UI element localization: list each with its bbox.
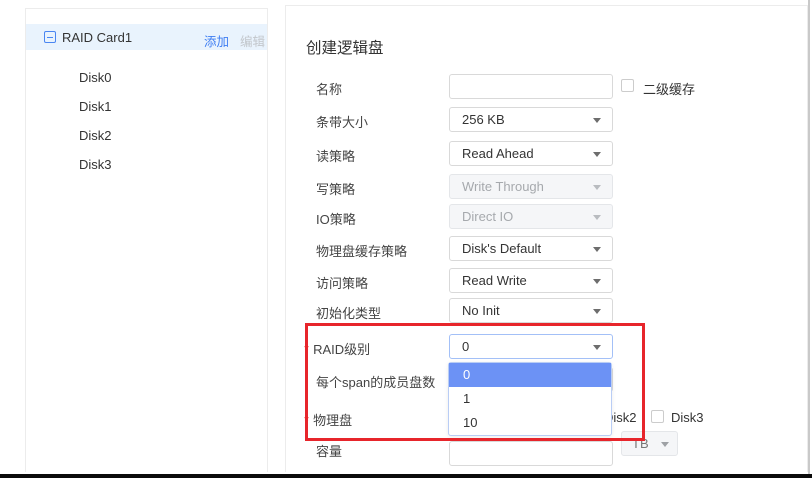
raid-level-row: *RAID级别 0 xyxy=(286,334,807,359)
raid-card-label: RAID Card1 xyxy=(62,30,132,45)
write-policy-row: 写策略 Write Through xyxy=(286,174,807,199)
chevron-down-icon xyxy=(661,442,669,447)
name-label: 名称 xyxy=(316,79,342,98)
span-members-label: 每个span的成员盘数 xyxy=(316,372,435,391)
chevron-down-icon xyxy=(593,185,601,190)
chevron-down-icon xyxy=(593,309,601,314)
sidebar-item-disk1[interactable]: Disk1 xyxy=(26,92,267,121)
raid-level-option-1[interactable]: 1 xyxy=(449,387,611,411)
secondary-cache-checkbox[interactable] xyxy=(621,79,634,92)
disk-list: Disk0 Disk1 Disk2 Disk3 xyxy=(26,63,267,179)
disk-cache-policy-label: 物理盘缓存策略 xyxy=(316,241,407,260)
raid-level-dropdown: 0 1 10 xyxy=(448,362,612,436)
access-policy-row: 访问策略 Read Write xyxy=(286,268,807,293)
sidebar-item-disk0[interactable]: Disk0 xyxy=(26,63,267,92)
io-policy-row: IO策略 Direct IO xyxy=(286,204,807,229)
disk-cache-policy-select[interactable]: Disk's Default xyxy=(449,236,613,261)
read-policy-select[interactable]: Read Ahead xyxy=(449,141,613,166)
secondary-cache-group: 二级缓存 xyxy=(621,79,634,97)
raid-tree-sidebar: RAID Card1 添加 编辑 Disk0 Disk1 Disk2 Disk3 xyxy=(25,8,268,472)
read-policy-row: 读策略 Read Ahead xyxy=(286,141,807,166)
edit-link[interactable]: 编辑 xyxy=(240,31,265,50)
collapse-minus-icon[interactable] xyxy=(44,31,56,43)
required-marker: * xyxy=(304,342,309,357)
write-policy-label: 写策略 xyxy=(316,179,355,198)
raid-card-row[interactable]: RAID Card1 添加 编辑 xyxy=(26,24,267,50)
add-link[interactable]: 添加 xyxy=(204,31,229,50)
raid-level-label: *RAID级别 xyxy=(304,339,370,358)
chevron-down-icon xyxy=(593,345,601,350)
write-policy-select: Write Through xyxy=(449,174,613,199)
window-right-edge xyxy=(808,0,810,474)
name-row: 名称 二级缓存 xyxy=(286,74,807,99)
raid-config-screen: RAID Card1 添加 编辑 Disk0 Disk1 Disk2 Disk3… xyxy=(0,0,812,479)
chevron-down-icon xyxy=(593,118,601,123)
init-type-select[interactable]: No Init xyxy=(449,298,613,323)
capacity-input[interactable] xyxy=(449,441,613,466)
capacity-unit-select: TB xyxy=(621,431,678,456)
chevron-down-icon xyxy=(593,279,601,284)
raid-level-option-0[interactable]: 0 xyxy=(449,363,611,387)
disk3-checkbox[interactable] xyxy=(651,410,664,423)
init-type-row: 初始化类型 No Init xyxy=(286,298,807,323)
capacity-label: 容量 xyxy=(316,441,342,460)
init-type-label: 初始化类型 xyxy=(316,303,381,322)
io-policy-select: Direct IO xyxy=(449,204,613,229)
stripe-size-label: 条带大小 xyxy=(316,112,368,131)
access-policy-label: 访问策略 xyxy=(316,273,368,292)
name-input[interactable] xyxy=(449,74,613,99)
sidebar-item-disk3[interactable]: Disk3 xyxy=(26,150,267,179)
chevron-down-icon xyxy=(593,152,601,157)
disk-cache-policy-row: 物理盘缓存策略 Disk's Default xyxy=(286,236,807,261)
io-policy-label: IO策略 xyxy=(316,209,356,228)
window-bottom-edge xyxy=(0,474,812,478)
secondary-cache-label: 二级缓存 xyxy=(643,79,695,98)
read-policy-label: 读策略 xyxy=(316,146,355,165)
stripe-size-row: 条带大小 256 KB xyxy=(286,107,807,132)
chevron-down-icon xyxy=(593,215,601,220)
capacity-row: 容量 TB xyxy=(286,436,807,461)
stripe-size-select[interactable]: 256 KB xyxy=(449,107,613,132)
raid-level-select[interactable]: 0 xyxy=(449,334,613,359)
sidebar-item-disk2[interactable]: Disk2 xyxy=(26,121,267,150)
raid-level-option-10[interactable]: 10 xyxy=(449,411,611,435)
disk3-check-item: Disk3 xyxy=(651,410,664,428)
chevron-down-icon xyxy=(593,247,601,252)
page-title: 创建逻辑盘 xyxy=(306,36,384,58)
access-policy-select[interactable]: Read Write xyxy=(449,268,613,293)
